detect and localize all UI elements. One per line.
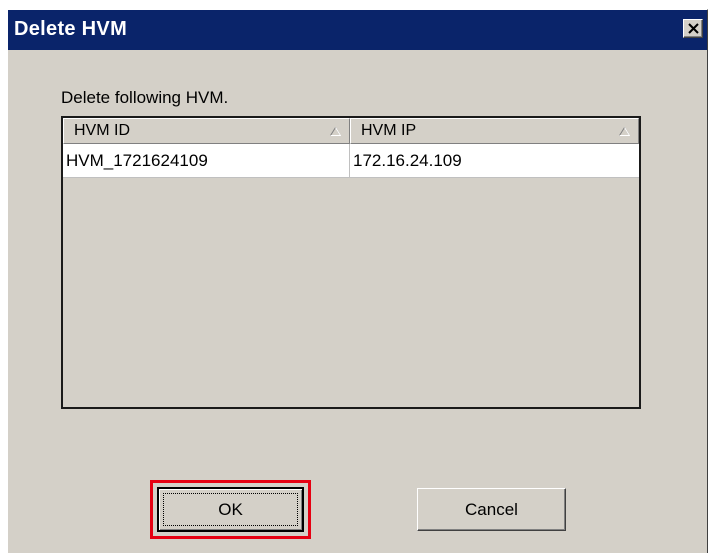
list-header: HVM ID HVM IP bbox=[63, 118, 639, 144]
cell-hvm-id: HVM_1721624109 bbox=[63, 144, 350, 177]
ok-button[interactable]: OK bbox=[157, 487, 304, 532]
dialog-title: Delete HVM bbox=[14, 18, 128, 40]
column-header-hvm-id[interactable]: HVM ID bbox=[63, 118, 350, 144]
ok-button-label: OK bbox=[218, 500, 243, 519]
cell-hvm-ip-text: 172.16.24.109 bbox=[353, 151, 462, 170]
column-header-label: HVM ID bbox=[74, 122, 130, 139]
close-button[interactable] bbox=[683, 19, 703, 38]
title-bar: Delete HVM bbox=[8, 10, 707, 50]
cancel-button-label: Cancel bbox=[465, 500, 518, 519]
sort-ascending-icon bbox=[330, 127, 341, 136]
sort-ascending-icon bbox=[619, 127, 630, 136]
close-icon bbox=[688, 23, 699, 34]
cell-hvm-id-text: HVM_1721624109 bbox=[66, 151, 208, 170]
column-header-label: HVM IP bbox=[361, 122, 417, 139]
column-header-hvm-ip[interactable]: HVM IP bbox=[350, 118, 639, 144]
cell-hvm-ip: 172.16.24.109 bbox=[350, 144, 639, 177]
cancel-button[interactable]: Cancel bbox=[417, 488, 566, 531]
table-row[interactable]: HVM_1721624109 172.16.24.109 bbox=[63, 144, 639, 178]
hvm-list[interactable]: HVM ID HVM IP HVM_1721624109 172.16.24.1… bbox=[61, 116, 641, 409]
dialog-message: Delete following HVM. bbox=[61, 88, 229, 107]
